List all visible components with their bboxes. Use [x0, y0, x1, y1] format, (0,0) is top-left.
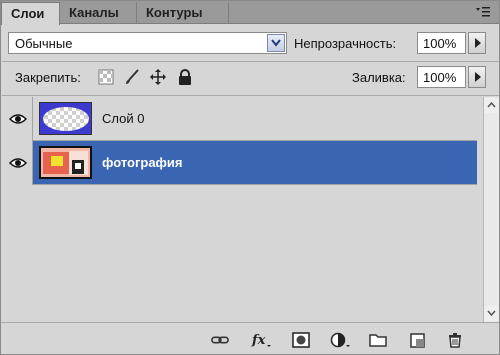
opacity-slider-button[interactable] [468, 32, 486, 54]
panel-menu-icon[interactable] [475, 6, 491, 18]
lock-position-icon[interactable] [150, 69, 166, 85]
add-mask-icon[interactable] [292, 332, 310, 348]
eye-icon [9, 114, 27, 124]
delete-layer-icon[interactable] [446, 332, 464, 348]
fill-label: Заливка: [352, 70, 406, 85]
lock-image-icon[interactable] [124, 69, 140, 85]
triangle-right-icon [475, 72, 481, 82]
divider [2, 95, 499, 96]
fill-field[interactable]: 100% [417, 66, 466, 88]
panel-tab-bar: Слои Каналы Контуры [1, 1, 499, 25]
visibility-toggle[interactable] [2, 141, 33, 185]
layers-scrollbar[interactable] [483, 97, 499, 322]
layer-name[interactable]: Слой 0 [102, 111, 144, 126]
chevron-down-icon [487, 310, 496, 316]
lock-all-icon[interactable] [177, 69, 193, 85]
chevron-down-icon [271, 39, 281, 47]
chevron-up-icon [487, 102, 496, 108]
layer-row[interactable]: Слой 0 [2, 97, 477, 141]
layer-thumbnail [39, 102, 92, 135]
layer-name[interactable]: фотография [102, 155, 183, 170]
new-group-folder-icon[interactable] [369, 332, 387, 348]
layer-thumbnail [39, 146, 92, 179]
blend-mode-dropdown-button[interactable] [267, 34, 285, 52]
blend-mode-select[interactable]: Обычные [8, 32, 287, 54]
adjustment-layer-icon[interactable] [330, 332, 352, 348]
layer-style-fx-icon[interactable]: fx [251, 332, 273, 348]
layer-thumbnail-image [41, 148, 90, 177]
scroll-down-button[interactable] [484, 306, 499, 321]
tab-channels[interactable]: Каналы [60, 2, 137, 24]
triangle-right-icon [475, 38, 481, 48]
layers-bottom-toolbar: fx [1, 322, 499, 354]
fill-slider-button[interactable] [468, 66, 486, 88]
svg-text:fx: fx [251, 333, 266, 348]
opacity-field[interactable]: 100% [417, 32, 466, 54]
layer-thumbnail-image [40, 103, 91, 134]
new-layer-icon[interactable] [409, 332, 427, 348]
lock-label: Закрепить: [15, 70, 81, 85]
layers-panel: Слои Каналы Контуры Обычные Непрозрачнос… [0, 0, 500, 355]
layers-list: Слой 0 фотография [2, 97, 482, 322]
eye-icon [9, 158, 27, 168]
link-layers-icon[interactable] [211, 332, 229, 348]
tab-layers[interactable]: Слои [1, 2, 60, 25]
blend-mode-value: Обычные [15, 36, 73, 51]
scroll-up-button[interactable] [484, 98, 499, 113]
layer-row-selected[interactable]: фотография [2, 141, 477, 185]
visibility-toggle[interactable] [2, 97, 33, 141]
lock-transparency-icon[interactable] [98, 69, 114, 85]
tab-paths[interactable]: Контуры [137, 2, 229, 24]
divider [2, 61, 499, 62]
opacity-label: Непрозрачность: [294, 36, 397, 51]
